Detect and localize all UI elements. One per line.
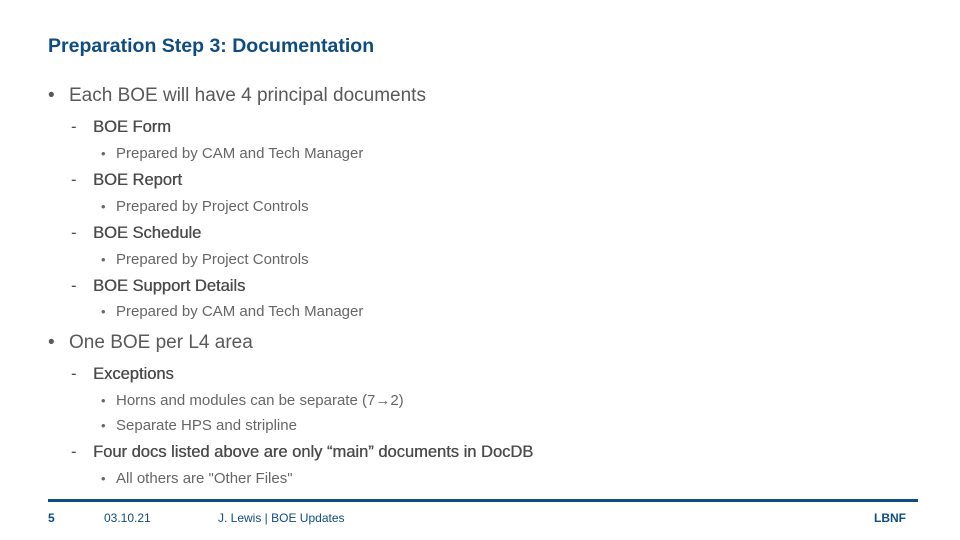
bullet-marker: • <box>101 393 106 408</box>
bullet-text: BOE Report <box>93 171 182 189</box>
bullet-level2: - BOE Form <box>71 118 171 137</box>
bullet-level3: • All others are "Other Files" <box>101 470 293 487</box>
bullet-text: One BOE per L4 area <box>69 332 253 353</box>
footer-brand-logo: LBNF <box>874 511 906 525</box>
bullet-text: Prepared by Project Controls <box>116 198 309 215</box>
bullet-level3: • Prepared by Project Controls <box>101 198 309 215</box>
bullet-marker: • <box>101 418 106 433</box>
bullet-text: BOE Support Details <box>93 277 246 295</box>
dash-marker: - <box>71 277 77 295</box>
bullet-level2: - Exceptions <box>71 365 174 384</box>
bullet-marker: • <box>48 332 55 353</box>
bullet-level3: • Prepared by Project Controls <box>101 251 309 268</box>
bullet-marker: • <box>101 471 106 486</box>
footer-author-topic: J. Lewis | BOE Updates <box>218 511 345 525</box>
bullet-level3: • Prepared by CAM and Tech Manager <box>101 145 363 162</box>
bullet-level1: • One BOE per L4 area <box>48 332 253 354</box>
bullet-marker: • <box>48 85 55 106</box>
bullet-level3: • Prepared by CAM and Tech Manager <box>101 303 363 320</box>
bullet-marker: • <box>101 304 106 319</box>
bullet-marker: • <box>101 252 106 267</box>
bullet-text: Prepared by CAM and Tech Manager <box>116 145 364 162</box>
bullet-level1: • Each BOE will have 4 principal documen… <box>48 85 426 107</box>
footer-divider <box>48 499 918 502</box>
bullet-level2: - Four docs listed above are only “main”… <box>71 443 533 462</box>
bullet-level2: - BOE Schedule <box>71 224 201 243</box>
bullet-text: Each BOE will have 4 principal documents <box>69 85 426 106</box>
dash-marker: - <box>71 443 77 461</box>
bullet-marker: • <box>101 199 106 214</box>
footer-date: 03.10.21 <box>104 511 151 525</box>
dash-marker: - <box>71 224 77 242</box>
bullet-text: Prepared by Project Controls <box>116 251 309 268</box>
bullet-level2: - BOE Support Details <box>71 277 245 296</box>
dash-marker: - <box>71 365 77 383</box>
page-number: 5 <box>48 511 55 525</box>
bullet-level2: - BOE Report <box>71 171 182 190</box>
bullet-text: BOE Form <box>93 118 171 136</box>
bullet-text: Horns and modules can be separate (7→2) <box>116 392 404 409</box>
slide-title: Preparation Step 3: Documentation <box>48 35 375 57</box>
bullet-level3: • Separate HPS and stripline <box>101 417 297 434</box>
bullet-text: Prepared by CAM and Tech Manager <box>116 303 364 320</box>
bullet-text: BOE Schedule <box>93 224 202 242</box>
bullet-text: Four docs listed above are only “main” d… <box>93 443 534 461</box>
dash-marker: - <box>71 118 77 136</box>
bullet-level3: • Horns and modules can be separate (7→2… <box>101 392 404 409</box>
bullet-text: Separate HPS and stripline <box>116 417 297 434</box>
bullet-marker: • <box>101 146 106 161</box>
dash-marker: - <box>71 171 77 189</box>
bullet-text: Exceptions <box>93 365 174 383</box>
bullet-text: All others are "Other Files" <box>116 470 293 487</box>
